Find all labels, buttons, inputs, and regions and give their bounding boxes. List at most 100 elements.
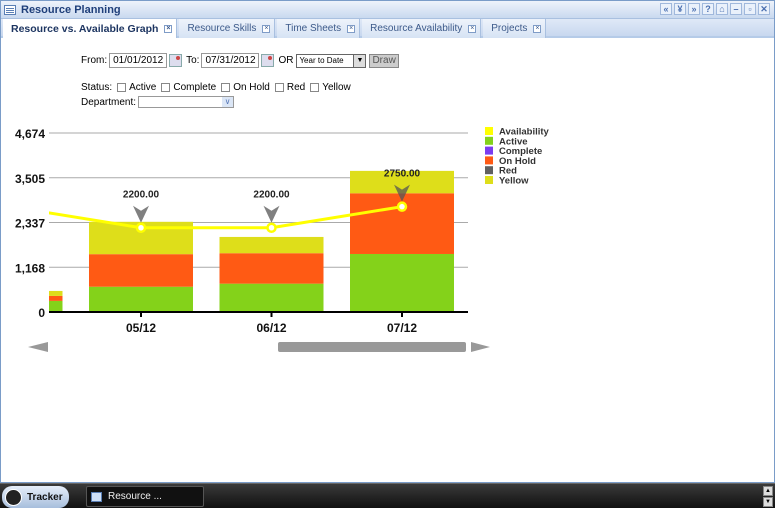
bar-yellow[interactable] (1, 290, 63, 296)
legend-swatch (485, 166, 493, 175)
tab-label: Resource vs. Available Graph (11, 22, 159, 35)
task-label: Resource ... (108, 491, 162, 502)
draw-button[interactable]: Draw (369, 53, 399, 68)
tab-close-icon[interactable]: × (533, 24, 542, 33)
to-date-input[interactable]: 07/31/2012 (201, 53, 260, 68)
chevron-down-icon[interactable]: ∨ (222, 97, 234, 107)
tab-resource-skills[interactable]: Resource Skills × (179, 19, 276, 38)
availability-line (49, 205, 403, 230)
scroll-up-icon[interactable]: ▲ (763, 486, 773, 496)
bar-on-hold[interactable] (1, 295, 63, 301)
dropdown-arrow-icon[interactable]: ▼ (353, 54, 366, 67)
status-label: Status: (81, 82, 113, 93)
scroll-right-arrow-icon[interactable] (471, 342, 490, 352)
department-label: Department: (81, 96, 137, 108)
bar-yellow[interactable] (219, 236, 324, 254)
y-tick-label: 1,168 (15, 261, 45, 275)
to-label: To: (186, 55, 200, 66)
taskbar-scroll: ▲ ▼ (763, 486, 773, 507)
window-icon (91, 491, 102, 502)
x-tick-label: 05/12 (126, 321, 156, 335)
on-hold-label: On Hold (233, 82, 270, 93)
window-icon (4, 4, 16, 15)
bar-active[interactable] (219, 283, 324, 312)
scrollbar-thumb[interactable] (278, 342, 466, 352)
complete-checkbox[interactable] (161, 83, 171, 92)
tab-close-icon[interactable]: × (347, 24, 356, 33)
date-filter-row: From: 01/01/2012 To: 07/31/2012 OR Year … (81, 53, 399, 68)
red-checkbox[interactable] (274, 83, 284, 92)
data-label: 2200.00 (253, 190, 290, 201)
data-label: 2750.00 (384, 169, 421, 180)
tab-close-icon[interactable]: × (468, 24, 477, 33)
red-label: Red (286, 82, 306, 93)
tab-label: Projects (491, 23, 528, 34)
bar-active[interactable] (1, 300, 63, 312)
data-point-marker-icon (133, 205, 149, 223)
calendar-icon[interactable] (169, 54, 183, 67)
expand-right-icon[interactable]: » (688, 3, 700, 15)
active-checkbox[interactable] (117, 83, 127, 92)
y-tick-label: 0 (38, 306, 45, 320)
restore-icon[interactable]: ▫ (744, 3, 756, 15)
availability-point (266, 222, 277, 233)
bar-on-hold[interactable] (219, 253, 324, 284)
tab-resource-vs-available-graph[interactable]: Resource vs. Available Graph × (3, 19, 178, 38)
availability-point (396, 201, 408, 212)
complete-label: Complete (173, 82, 217, 93)
department-select[interactable]: ∨ (138, 96, 235, 108)
y-tick-label: 4,674 (15, 127, 45, 141)
legend-swatch (485, 136, 493, 145)
tab-label: Resource Skills (187, 23, 257, 34)
close-icon[interactable]: ✕ (758, 3, 770, 15)
tab-time-sheets[interactable]: Time Sheets × (277, 19, 361, 38)
availability-point (135, 222, 147, 233)
yellow-label: Yellow (322, 82, 351, 93)
taskbar: Tracker Resource ... ▲ ▼ (0, 483, 775, 508)
collapse-down-icon[interactable]: ¥ (674, 3, 686, 15)
bar-active[interactable] (89, 286, 193, 312)
window-controls: « ¥ » ? ⌂ – ▫ ✕ (660, 3, 770, 15)
tab-close-icon[interactable]: × (164, 24, 173, 33)
legend-swatch (485, 146, 493, 155)
window-title: Resource Planning (21, 3, 121, 16)
active-label: Active (129, 82, 157, 93)
tab-resource-availability[interactable]: Resource Availability × (362, 19, 482, 38)
scroll-left-arrow-icon[interactable] (28, 342, 48, 352)
from-date-input[interactable]: 01/01/2012 (109, 53, 168, 68)
taskbar-item-resource[interactable]: Resource ... (86, 486, 204, 507)
tracker-logo-icon (5, 488, 22, 506)
from-label: From: (81, 55, 108, 66)
title-bar: Resource Planning « ¥ » ? ⌂ – ▫ ✕ (1, 1, 774, 19)
data-label: 2200.00 (123, 190, 160, 201)
bars-group (1, 170, 454, 312)
bar-on-hold[interactable] (89, 254, 193, 287)
legend-swatch (485, 127, 493, 135)
minimize-icon[interactable]: – (730, 3, 742, 15)
tab-label: Resource Availability (370, 23, 463, 34)
or-label: OR (278, 55, 294, 66)
help-icon[interactable]: ? (702, 3, 714, 15)
tab-projects[interactable]: Projects × (483, 19, 547, 38)
start-label: Tracker (27, 491, 63, 503)
x-tick-label: 06/12 (256, 321, 286, 335)
date-range-select[interactable]: Year to Date ▼ (296, 53, 367, 68)
tab-close-icon[interactable]: × (262, 24, 271, 33)
on-hold-checkbox[interactable] (221, 83, 231, 92)
bar-active[interactable] (350, 253, 454, 312)
tab-bar: Resource vs. Available Graph × Resource S… (1, 19, 774, 38)
resource-chart: 0 1,168 2,337 3,505 4,674 05/12 06/12 07/12 2200… (1, 127, 550, 352)
legend-swatch (485, 156, 493, 165)
tracker-start-button[interactable]: Tracker (2, 486, 69, 508)
yellow-checkbox[interactable] (310, 83, 320, 92)
scroll-down-icon[interactable]: ▼ (763, 497, 773, 507)
y-tick-label: 2,337 (15, 217, 45, 231)
collapse-left-icon[interactable]: « (660, 3, 672, 15)
legend-swatch (485, 176, 493, 184)
date-range-value: Year to Date (299, 56, 344, 65)
legend-item: Yellow (499, 176, 529, 187)
x-tick-label: 07/12 (387, 321, 417, 335)
home-icon[interactable]: ⌂ (716, 3, 728, 15)
calendar-icon[interactable] (261, 54, 275, 67)
status-filter-row: Status: Active Complete On Hold Red Yell… (81, 82, 351, 93)
